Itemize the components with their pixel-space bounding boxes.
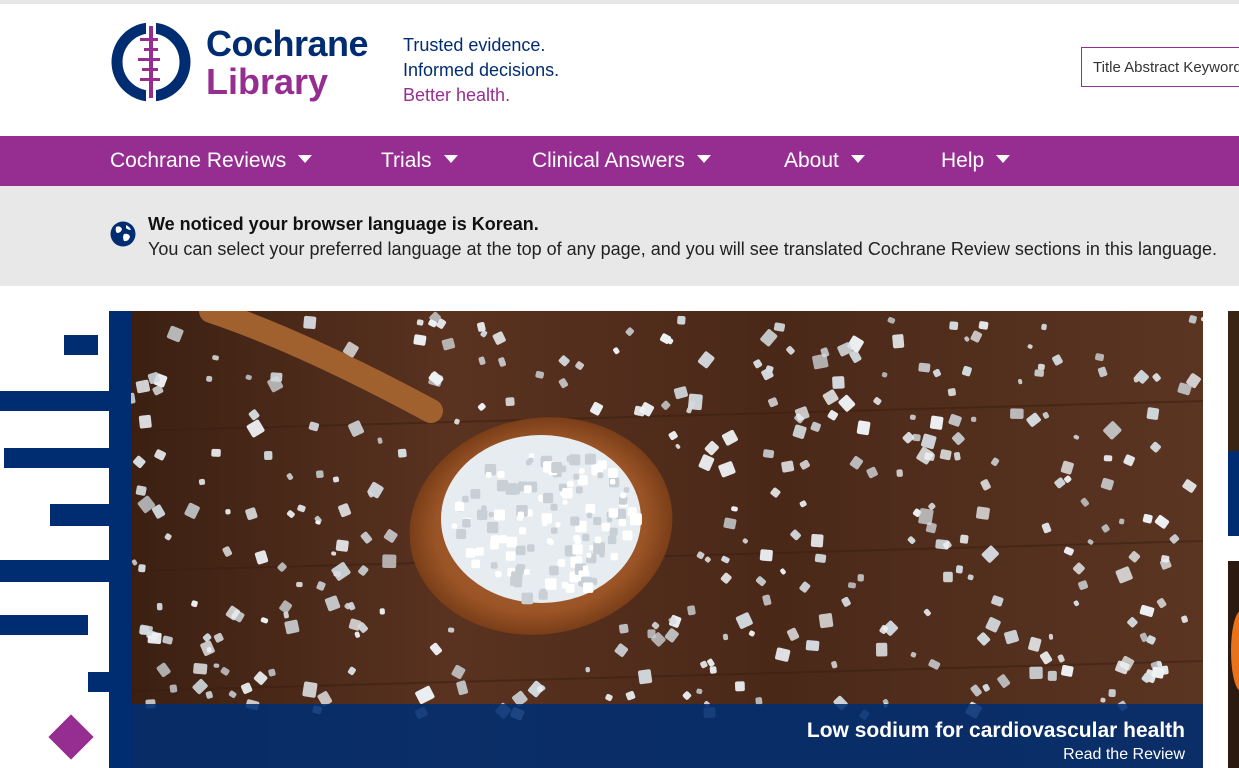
cochrane-logo-icon[interactable] [110, 20, 192, 104]
top-border [0, 0, 1239, 4]
globe-icon [110, 221, 136, 247]
nav-label: Cochrane Reviews [110, 149, 287, 172]
tagline-trusted: Trusted evidence. [403, 35, 546, 55]
caret-down-icon [298, 155, 313, 164]
decor-bar [0, 615, 88, 635]
preview-orange-shape [1231, 611, 1239, 691]
nav-cochrane-reviews[interactable]: Cochrane Reviews [110, 148, 313, 174]
tagline-health: Better health. [403, 85, 511, 105]
nav-label: Help [941, 149, 985, 172]
preview-bar [1228, 451, 1239, 536]
caret-down-icon [850, 155, 865, 164]
nav-label: Trials [381, 149, 432, 172]
nav-clinical-answers[interactable]: Clinical Answers [532, 148, 711, 174]
decor-vertical-bar [109, 311, 131, 768]
tagline-informed: Informed decisions. [403, 60, 560, 80]
caret-down-icon [696, 155, 711, 164]
decor-diamond [48, 714, 94, 760]
caret-down-icon [996, 155, 1011, 164]
carousel-preview-2[interactable] [1228, 561, 1239, 768]
main-nav: Cochrane Reviews Trials Clinical Answers… [0, 136, 1239, 186]
nav-label: About [784, 149, 839, 172]
decor-bar [64, 335, 98, 355]
brand-name[interactable]: Cochrane [206, 24, 369, 64]
notice-body: You can select your preferred language a… [148, 239, 1218, 259]
hero-caption: Low sodium for cardiovascular health Rea… [131, 704, 1203, 768]
caret-down-icon [443, 155, 458, 164]
nav-label: Clinical Answers [532, 149, 685, 172]
nav-about[interactable]: About [784, 148, 865, 174]
hero-title[interactable]: Low sodium for cardiovascular health [807, 719, 1185, 743]
nav-trials[interactable]: Trials [381, 148, 458, 174]
hero-banner[interactable]: Low sodium for cardiovascular health Rea… [131, 311, 1203, 768]
language-notice: We noticed your browser language is Kore… [0, 186, 1239, 286]
salt-spoon-image [131, 311, 1203, 768]
decor-bar [0, 560, 130, 582]
read-review-link[interactable]: Read the Review [1063, 746, 1185, 764]
nav-help[interactable]: Help [941, 148, 1011, 174]
brand-subname[interactable]: Library [206, 62, 328, 102]
notice-title: We noticed your browser language is Kore… [148, 214, 539, 234]
search-input[interactable]: Title Abstract Keyword [1081, 47, 1239, 87]
decor-bar [0, 391, 148, 411]
decor-bar [4, 448, 114, 468]
carousel-next-preview[interactable] [1228, 311, 1239, 536]
